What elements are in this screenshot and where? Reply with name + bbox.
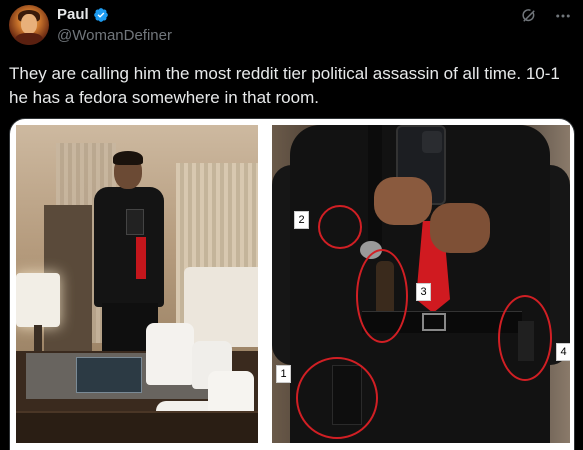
avatar-face xyxy=(21,14,37,34)
bed xyxy=(184,267,258,347)
annotation-circle xyxy=(296,357,378,439)
more-icon[interactable] xyxy=(553,6,573,26)
drawer xyxy=(16,411,258,443)
avatar-body xyxy=(15,33,43,45)
annotation-circle xyxy=(356,249,408,343)
person-body xyxy=(94,187,164,307)
annotation-circle xyxy=(318,205,362,249)
laptop xyxy=(76,357,142,393)
display-name[interactable]: Paul xyxy=(57,6,89,23)
top-right-actions xyxy=(519,6,573,26)
author-handle[interactable]: @WomanDefiner xyxy=(57,27,172,44)
phone-camera xyxy=(422,131,442,153)
photo-mirror-selfie xyxy=(16,125,258,443)
photo-annotated-closeup: 2 3 4 1 xyxy=(272,125,570,443)
person-hair xyxy=(113,151,143,165)
belt-buckle xyxy=(422,313,446,331)
phone xyxy=(126,209,144,235)
red-tie xyxy=(136,237,146,279)
grok-icon[interactable] xyxy=(519,6,539,26)
avatar[interactable] xyxy=(9,5,49,45)
plastic-bag xyxy=(146,323,194,385)
author-name-row: Paul xyxy=(57,6,109,23)
hand xyxy=(430,203,490,253)
verified-badge-icon xyxy=(93,7,109,23)
tweet-text: They are calling him the most reddit tie… xyxy=(9,64,560,107)
tweet-media[interactable]: 2 3 4 1 xyxy=(9,118,575,450)
annotation-label-2: 2 xyxy=(294,211,309,229)
annotation-circle xyxy=(498,295,552,381)
lamp xyxy=(16,273,60,327)
annotation-label-4: 4 xyxy=(556,343,570,361)
hand xyxy=(374,177,432,225)
annotation-label-3: 3 xyxy=(416,283,431,301)
annotation-label-1: 1 xyxy=(276,365,291,383)
